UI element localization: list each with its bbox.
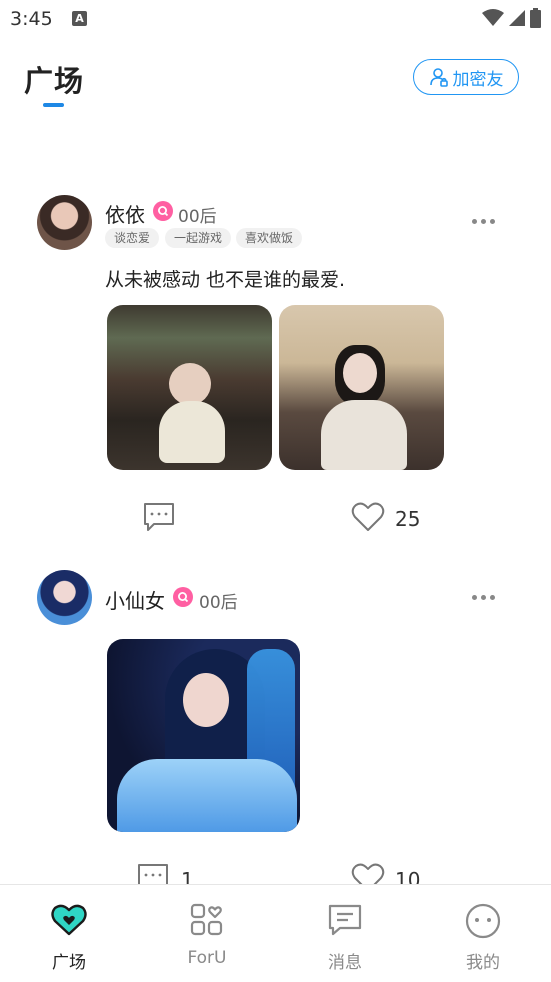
post-age-label: 00后	[199, 593, 238, 613]
post-card: 依依 00后 谈恋爱 一起游戏 喜欢做饭 从未被感动 也不是谁的最爱. 25	[0, 190, 551, 550]
post-username[interactable]: 小仙女	[105, 585, 165, 614]
like-count: 25	[395, 507, 421, 531]
nav-label: 消息	[328, 953, 362, 973]
like-heart-icon[interactable]	[351, 501, 385, 533]
message-icon	[328, 904, 362, 936]
nav-label: 广场	[52, 953, 86, 973]
face-icon	[465, 903, 501, 939]
heart-square-icon	[51, 904, 87, 936]
post-card: 小仙女 00后 1 10	[0, 565, 551, 892]
more-options-button[interactable]	[472, 595, 495, 600]
vip-badge-icon	[153, 201, 173, 221]
post-photo[interactable]	[107, 305, 272, 470]
interest-tag: 喜欢做饭	[236, 228, 303, 248]
battery-icon	[530, 8, 541, 28]
nav-item-square[interactable]: 广场	[0, 885, 138, 982]
nav-label: ForU	[187, 948, 227, 968]
more-options-button[interactable]	[472, 219, 495, 224]
post-age-label: 00后	[178, 207, 217, 227]
signal-icon	[509, 10, 525, 26]
interest-tag: 一起游戏	[165, 228, 232, 248]
avatar[interactable]	[37, 195, 92, 250]
add-friend-label: 加密友	[452, 69, 504, 90]
comment-icon[interactable]	[142, 501, 176, 533]
post-username[interactable]: 依依	[105, 199, 145, 228]
post-text: 从未被感动 也不是谁的最爱.	[105, 269, 346, 291]
post-photo[interactable]	[279, 305, 444, 470]
interest-tag: 谈恋爱	[105, 228, 160, 248]
notification-app-icon: A	[72, 11, 87, 26]
status-icons	[482, 8, 541, 28]
wifi-icon	[482, 9, 504, 26]
tab-indicator	[43, 103, 64, 107]
nav-item-foru[interactable]: ForU	[138, 885, 276, 982]
grid-heart-icon	[190, 903, 223, 936]
add-friend-button[interactable]: 加密友	[413, 59, 519, 95]
page-title: 广场	[24, 64, 85, 98]
bottom-navigation: 广场 ForU 消息 我的	[0, 884, 551, 981]
avatar[interactable]	[37, 570, 92, 625]
nav-item-profile[interactable]: 我的	[414, 885, 551, 982]
status-time: 3:45	[10, 8, 53, 30]
nav-item-messages[interactable]: 消息	[276, 885, 414, 982]
user-lock-icon	[429, 68, 448, 87]
post-photo[interactable]	[107, 639, 300, 832]
nav-label: 我的	[466, 953, 500, 973]
vip-badge-icon	[173, 587, 193, 607]
